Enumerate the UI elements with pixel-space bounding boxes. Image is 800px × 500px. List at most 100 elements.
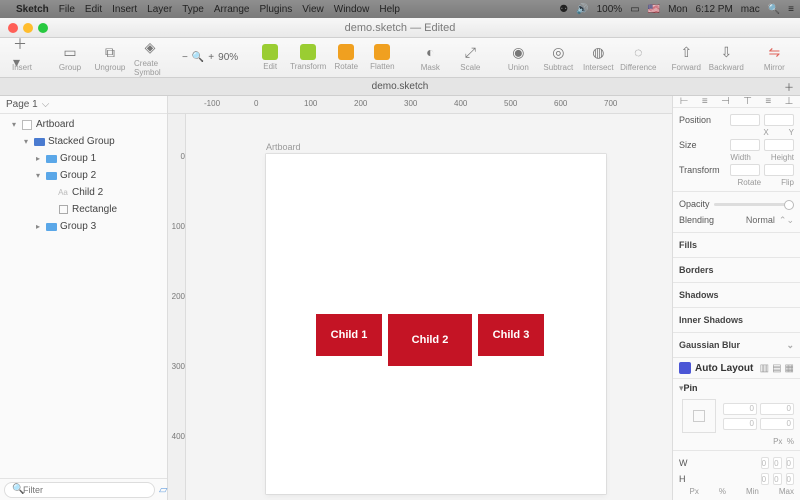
zoom-control[interactable]: − 🔍 + 90% — [182, 52, 238, 63]
y-field[interactable] — [764, 114, 794, 126]
x-field[interactable] — [730, 114, 760, 126]
alignment-controls[interactable]: ⊢ ≡ ⊣ ⊤ ≡ ⊥ — [673, 96, 800, 108]
child-2-box[interactable]: Child 2 — [388, 314, 472, 366]
spotlight-icon[interactable]: 🔍 — [768, 4, 780, 15]
pages-dropdown[interactable]: Page 1⌵ — [0, 96, 167, 114]
layer-filter-input[interactable] — [4, 482, 155, 498]
subtract-button[interactable]: ◎Subtract — [542, 43, 574, 72]
stack-h-icon[interactable]: ▥ — [760, 363, 769, 374]
ruler-vertical: 0 100 200 300 400 — [168, 114, 186, 500]
pin-right-field[interactable]: 0 — [760, 403, 794, 415]
menu-file[interactable]: File — [59, 4, 75, 15]
layer-artboard[interactable]: ▾Artboard — [0, 116, 167, 133]
gaussian-blur-section[interactable]: Gaussian Blur⌄ — [679, 337, 794, 353]
app-name[interactable]: Sketch — [16, 4, 49, 15]
height-field[interactable] — [764, 139, 794, 151]
user[interactable]: mac — [741, 4, 760, 15]
menu-layer[interactable]: Layer — [147, 4, 172, 15]
align-left-icon[interactable]: ⊢ — [680, 96, 689, 107]
align-center-v-icon[interactable]: ≡ — [765, 96, 771, 107]
zoom-out-icon[interactable]: − — [182, 52, 188, 63]
blending-select[interactable]: Normal — [746, 215, 775, 225]
inner-shadows-section[interactable]: Inner Shadows — [679, 312, 794, 328]
filter-clear-icon[interactable]: ▱ — [159, 483, 167, 496]
scale-icon: ⤢ — [461, 43, 479, 61]
new-tab-button[interactable]: ＋ — [784, 79, 794, 94]
insert-button[interactable]: ＋▾ Insert — [6, 43, 38, 72]
shadows-section[interactable]: Shadows — [679, 287, 794, 303]
stack-v-icon[interactable]: ▤ — [772, 363, 781, 374]
minimize-window-button[interactable] — [23, 23, 33, 33]
stack-grid-icon[interactable]: ▦ — [785, 363, 794, 374]
intersect-button[interactable]: ◍Intersect — [582, 43, 614, 72]
battery-pct: 100% — [597, 4, 623, 15]
fills-section[interactable]: Fills — [679, 237, 794, 253]
transform-label: Transform — [679, 165, 720, 175]
align-bottom-icon[interactable]: ⊥ — [785, 96, 794, 107]
borders-section[interactable]: Borders — [679, 262, 794, 278]
layers-panel: Page 1⌵ ▾Artboard ▾Stacked Group ▸Group … — [0, 96, 168, 500]
width-field[interactable] — [730, 139, 760, 151]
w-min[interactable]: 0 — [773, 457, 781, 469]
layer-stacked-group[interactable]: ▾Stacked Group — [0, 133, 167, 150]
w-label: W — [679, 458, 688, 468]
difference-button[interactable]: ◌Difference — [622, 43, 654, 72]
flip-field[interactable] — [764, 164, 794, 176]
backward-button[interactable]: ⇩Backward — [710, 43, 742, 72]
pin-bottom-field[interactable]: 0 — [723, 418, 757, 430]
rotate-button[interactable]: Rotate — [330, 44, 362, 71]
layer-group-3[interactable]: ▸Group 3 — [0, 218, 167, 235]
layer-child-2[interactable]: AaChild 2 — [0, 184, 167, 201]
artboard-label[interactable]: Artboard — [266, 142, 301, 152]
menu-type[interactable]: Type — [182, 4, 204, 15]
zoom-in-icon[interactable]: + — [208, 52, 214, 63]
menu-arrange[interactable]: Arrange — [214, 4, 250, 15]
ungroup-button[interactable]: ⧉Ungroup — [94, 43, 126, 72]
menu-help[interactable]: Help — [379, 4, 400, 15]
align-top-icon[interactable]: ⊤ — [743, 96, 752, 107]
h-max[interactable]: 0 — [786, 473, 794, 485]
h-min[interactable]: 0 — [773, 473, 781, 485]
create-symbol-button[interactable]: ◈Create Symbol — [134, 39, 166, 77]
pin-left-field[interactable]: 0 — [760, 418, 794, 430]
flatten-button[interactable]: Flatten — [366, 44, 398, 71]
menu-edit[interactable]: Edit — [85, 4, 102, 15]
menu-plugins[interactable]: Plugins — [259, 4, 292, 15]
rotate-icon — [338, 44, 354, 60]
rotate-field[interactable] — [730, 164, 760, 176]
menu-insert[interactable]: Insert — [112, 4, 137, 15]
transform-icon — [300, 44, 316, 60]
group-button[interactable]: ▭Group — [54, 43, 86, 72]
align-right-icon[interactable]: ⊣ — [721, 96, 730, 107]
w-val[interactable]: 0 — [761, 457, 769, 469]
artboard[interactable]: Child 1 Child 2 Child 3 — [266, 154, 606, 494]
canvas[interactable]: Artboard Child 1 Child 2 Child 3 — [186, 114, 672, 500]
transform-button[interactable]: Transform — [290, 44, 326, 71]
pin-top-field[interactable]: 0 — [723, 403, 757, 415]
layer-group-2[interactable]: ▾Group 2 — [0, 167, 167, 184]
flag-icon[interactable]: 🇺🇸 — [648, 4, 660, 15]
w-max[interactable]: 0 — [786, 457, 794, 469]
layer-rectangle[interactable]: Rectangle — [0, 201, 167, 218]
child-3-box[interactable]: Child 3 — [478, 314, 544, 356]
close-window-button[interactable] — [8, 23, 18, 33]
tab-demo[interactable]: demo.sketch — [372, 81, 429, 92]
scale-button[interactable]: ⤢Scale — [454, 43, 486, 72]
fullscreen-window-button[interactable] — [38, 23, 48, 33]
menu-view[interactable]: View — [302, 4, 324, 15]
h-val[interactable]: 0 — [761, 473, 769, 485]
mask-button[interactable]: ◐Mask — [414, 43, 446, 72]
forward-button[interactable]: ⇧Forward — [670, 43, 702, 72]
edit-button[interactable]: Edit — [254, 44, 286, 71]
layer-group-1[interactable]: ▸Group 1 — [0, 150, 167, 167]
volume-icon[interactable]: 🔊 — [576, 4, 588, 15]
notification-icon[interactable]: ≡ — [788, 4, 794, 15]
opacity-slider[interactable] — [714, 203, 794, 206]
union-button[interactable]: ◉Union — [502, 43, 534, 72]
pin-edges-control[interactable] — [682, 399, 716, 433]
mirror-button[interactable]: ⇋Mirror — [758, 43, 790, 72]
child-1-box[interactable]: Child 1 — [316, 314, 382, 356]
wifi-icon[interactable]: ⚉ — [559, 4, 568, 15]
menu-window[interactable]: Window — [334, 4, 370, 15]
align-center-h-icon[interactable]: ≡ — [702, 96, 708, 107]
